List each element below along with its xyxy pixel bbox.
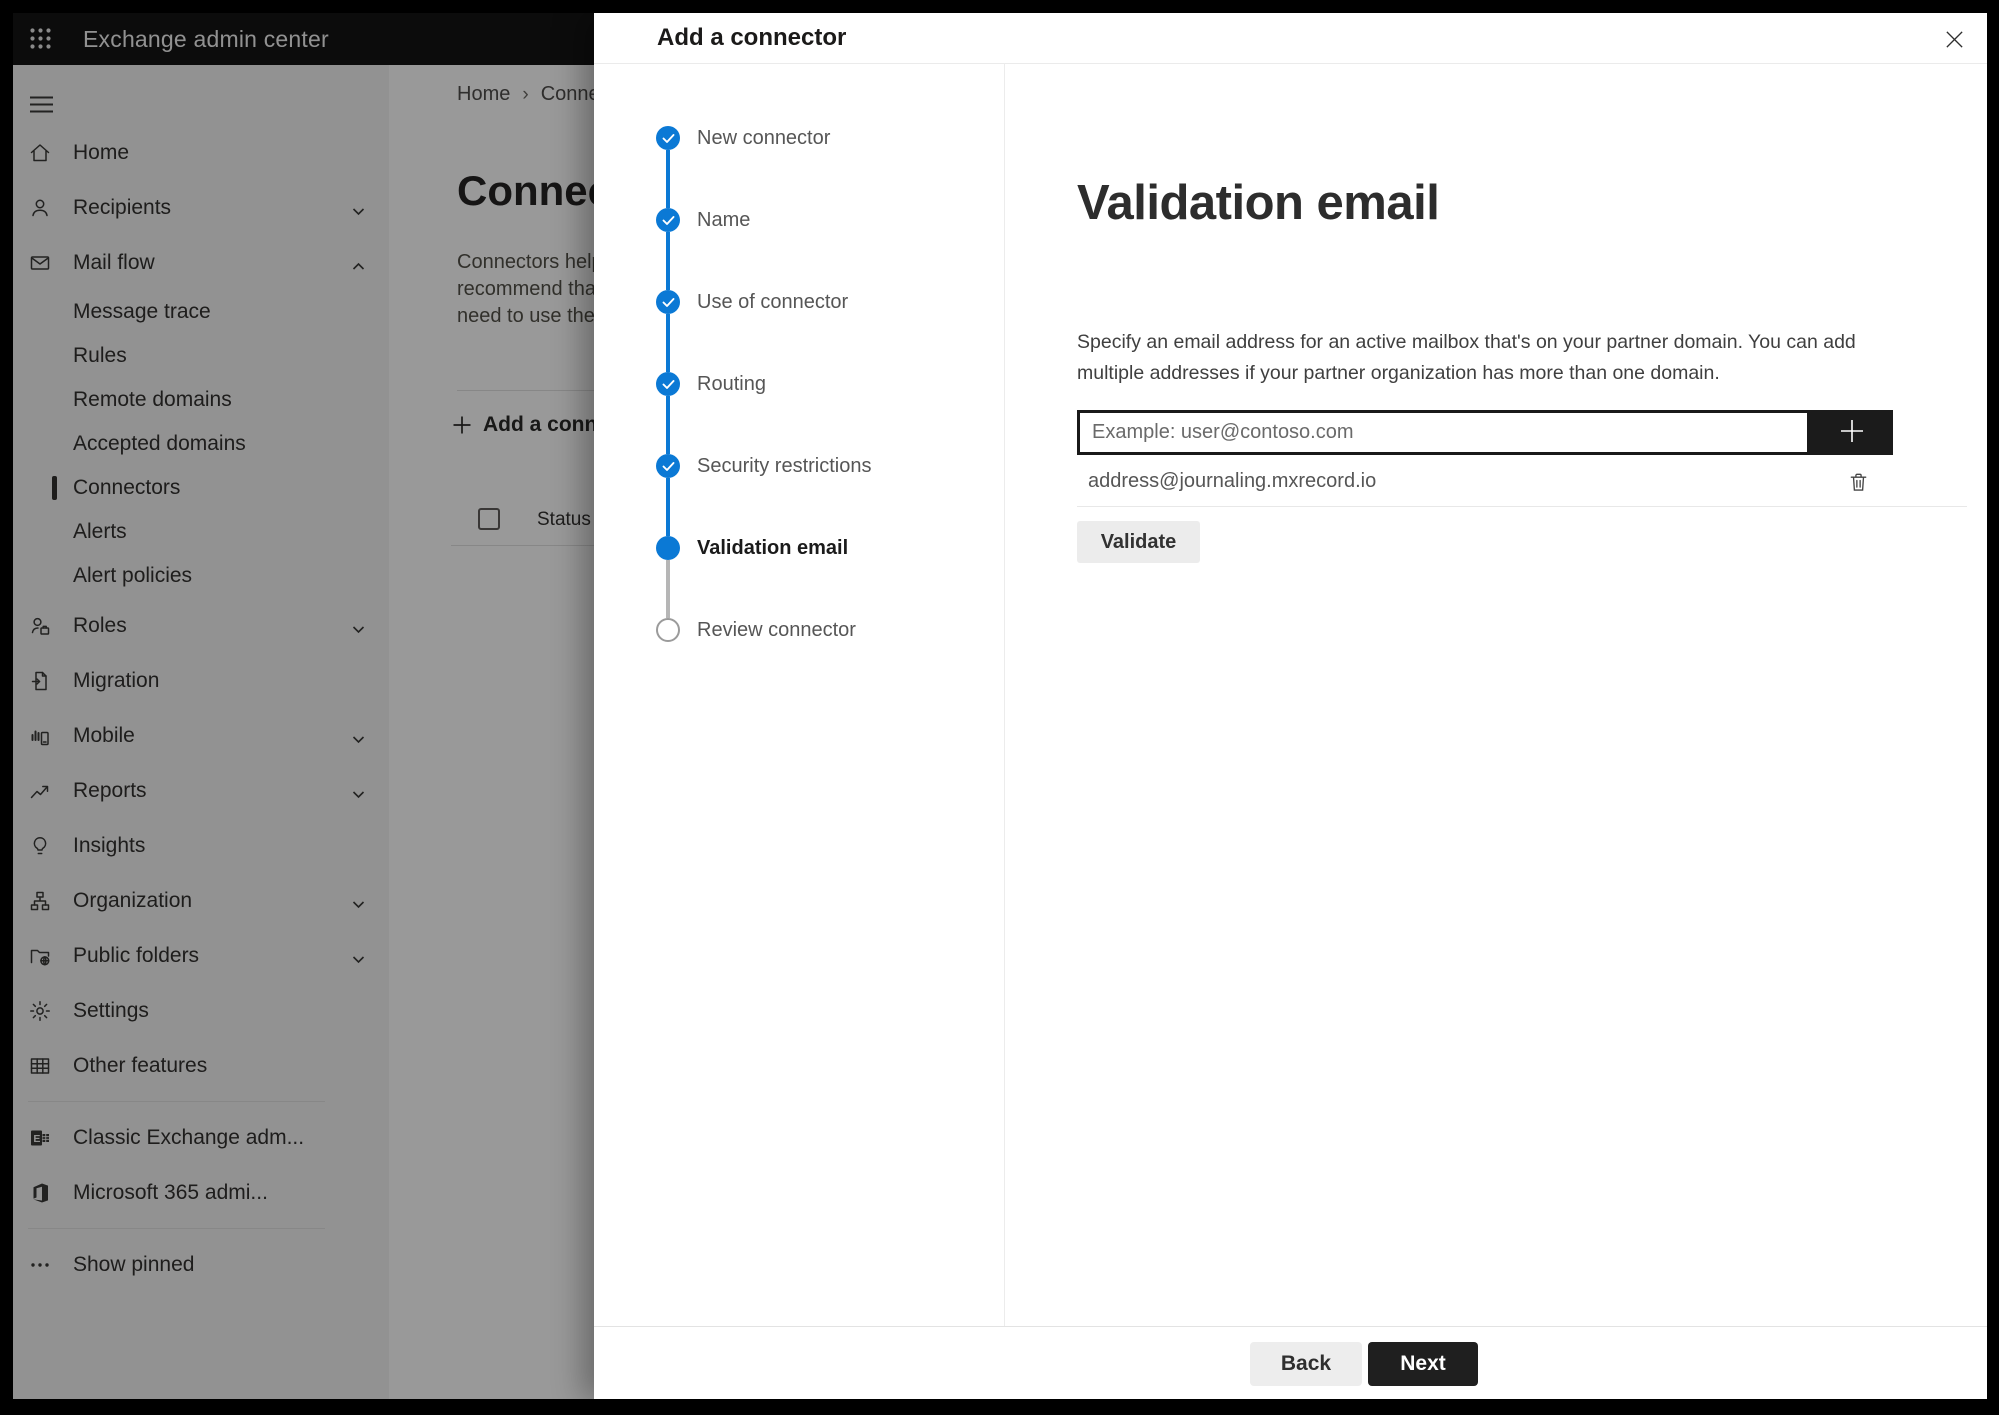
step-heading: Validation email — [1077, 176, 1440, 230]
step-connector-line — [666, 396, 670, 454]
wizard-step-routing: Routing — [594, 343, 1004, 454]
close-icon[interactable] — [1936, 21, 1972, 57]
wizard-step-label: Name — [697, 208, 751, 231]
step-completed-check-icon — [656, 454, 680, 478]
email-address-value: address@journaling.mxrecord.io — [1088, 470, 1377, 492]
step-current-icon — [656, 536, 680, 560]
wizard-step-label: Security restrictions — [697, 454, 872, 477]
wizard-step-label: Review connector — [697, 618, 856, 641]
step-connector-line — [666, 150, 670, 208]
email-input-row — [1077, 410, 1893, 455]
wizard-steps-list: New connector Name Use of connector Routing… — [594, 97, 1004, 671]
delete-address-trash-icon[interactable] — [1846, 470, 1871, 495]
wizard-step-security-restrictions: Security restrictions — [594, 425, 1004, 536]
next-button[interactable]: Next — [1368, 1342, 1478, 1386]
step-completed-check-icon — [656, 208, 680, 232]
step-connector-line — [666, 560, 670, 618]
wizard-step-validation-email: Validation email — [594, 507, 1004, 618]
step-connector-line — [666, 232, 670, 290]
add-connector-panel: Add a connector New connector Name Use of … — [594, 13, 1987, 1399]
step-upcoming-icon — [656, 618, 680, 642]
wizard-step-label: Validation email — [697, 536, 849, 559]
wizard-step-name: Name — [594, 179, 1004, 290]
exchange-admin-center-app: { "topbar": { "title": "Exchange admin c… — [0, 0, 1999, 1415]
step-connector-line — [666, 478, 670, 536]
step-completed-check-icon — [656, 290, 680, 314]
app-viewport: Exchange admin center Home Recipients Mail… — [13, 13, 1987, 1399]
add-email-button[interactable] — [1810, 410, 1893, 455]
wizard-step-label: Routing — [697, 372, 766, 395]
back-button[interactable]: Back — [1250, 1342, 1362, 1386]
step-connector-line — [666, 314, 670, 372]
wizard-step-new-connector: New connector — [594, 97, 1004, 208]
wizard-content: Validation email Specify an email addres… — [1005, 63, 1987, 1326]
step-completed-check-icon — [656, 372, 680, 396]
wizard-step-review-connector: Review connector — [594, 589, 1004, 671]
step-completed-check-icon — [656, 126, 680, 150]
step-description: Specify an email address for an active m… — [1077, 331, 1856, 384]
validation-email-input[interactable] — [1077, 410, 1810, 455]
modal-dim-overlay — [13, 13, 594, 1399]
email-address-list: address@journaling.mxrecord.io — [1077, 457, 1967, 507]
email-address-row: address@journaling.mxrecord.io — [1077, 457, 1967, 507]
wizard-step-label: New connector — [697, 126, 831, 149]
panel-title: Add a connector — [657, 24, 847, 51]
wizard-step-use-of-connector: Use of connector — [594, 261, 1004, 372]
wizard-stepper: New connector Name Use of connector Routing… — [594, 63, 1005, 1326]
validate-button[interactable]: Validate — [1077, 521, 1200, 563]
wizard-step-label: Use of connector — [697, 290, 849, 313]
plus-icon — [1837, 416, 1867, 449]
divider — [594, 1326, 1987, 1327]
